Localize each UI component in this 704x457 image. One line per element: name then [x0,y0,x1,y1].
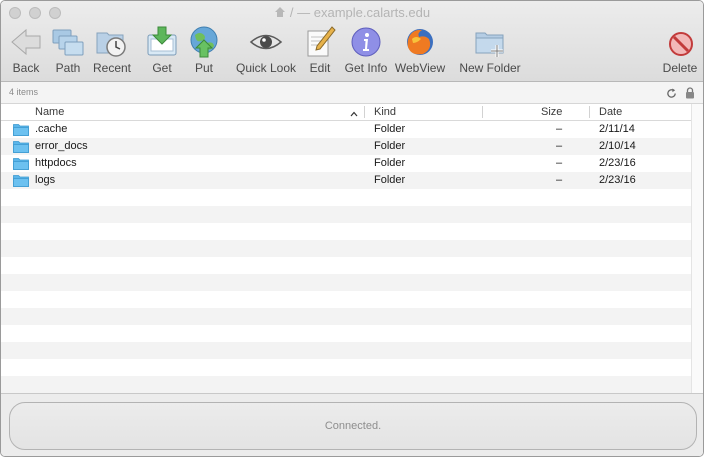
table-row[interactable]: error_docs Folder – 2/10/14 [1,138,691,155]
clock-folder-icon [96,32,126,57]
column-divider[interactable] [364,106,365,118]
left-arrow-icon [11,28,41,56]
column-header-date[interactable]: Date [599,106,622,118]
file-size: – [556,174,563,186]
folder-icon [13,140,29,156]
delete-circle-icon [669,32,693,56]
title-bar: / — example.calarts.edu Back Path Recent… [1,1,703,82]
file-date: 2/10/14 [599,140,636,152]
file-size: – [556,123,563,135]
put-label: Put [194,61,213,75]
connection-status-box: Connected. [9,402,697,450]
table-row[interactable]: httpdocs Folder – 2/23/16 [1,155,691,172]
file-date: 2/11/14 [599,123,635,135]
put-button[interactable]: Put [187,25,221,77]
window-title: / — example.calarts.edu [289,5,431,20]
empty-row [1,342,691,359]
new-folder-label: New Folder [459,61,521,75]
get-info-button[interactable]: Get Info [343,25,389,77]
window-title-area: / — example.calarts.edu [1,4,703,23]
edit-button[interactable]: Edit [303,25,337,77]
delete-label: Delete [662,61,698,75]
column-divider[interactable] [589,106,590,118]
file-name: .cache [35,123,68,135]
path-button[interactable]: Path [51,25,85,77]
file-table: Name Kind Size Date .cache Folder – 2/11… [1,104,691,394]
empty-row [1,189,691,206]
recent-label: Recent [92,61,132,75]
empty-row [1,240,691,257]
column-divider[interactable] [482,106,483,118]
folder-icon [13,157,29,173]
empty-row [1,291,691,308]
webview-button[interactable]: WebView [395,25,445,77]
file-kind: Folder [374,140,406,152]
folder-icon [13,123,29,139]
file-kind: Folder [374,174,406,186]
table-row[interactable]: logs Folder – 2/23/16 [1,172,691,189]
file-name: logs [35,174,56,186]
new-folder-icon [475,32,504,57]
refresh-icon[interactable] [666,86,677,104]
webview-label: WebView [394,61,446,75]
empty-row [1,308,691,325]
item-count: 4 items [9,87,39,97]
folder-icon [13,174,29,190]
quick-look-label: Quick Look [235,61,297,75]
back-label: Back [12,61,40,75]
empty-row [1,274,691,291]
app-window: / — example.calarts.edu Back Path Recent… [0,0,704,457]
empty-row [1,325,691,342]
path-label: Path [55,61,81,75]
info-icon [351,27,381,57]
table-body: .cache Folder – 2/11/14 error_docs Folde… [1,121,691,394]
file-kind: Folder [374,157,406,169]
empty-row [1,359,691,376]
file-date: 2/23/16 [599,174,636,186]
table-header: Name Kind Size Date [1,104,691,121]
empty-row [1,206,691,223]
folder-stack-icon [52,29,84,56]
column-header-name[interactable]: Name [35,106,64,118]
back-button[interactable]: Back [7,25,45,77]
new-folder-button[interactable]: New Folder [459,25,521,77]
get-label: Get [152,61,172,75]
home-icon [274,5,286,23]
info-bar: 4 items [1,82,703,104]
quick-look-button[interactable]: Quick Look [235,25,297,77]
connection-status-text: Connected. [324,420,382,432]
pencil-paper-icon [307,26,336,57]
file-name: httpdocs [35,157,77,169]
file-size: – [556,157,563,169]
column-header-size[interactable]: Size [541,106,562,118]
file-date: 2/23/16 [599,157,636,169]
delete-button[interactable]: Delete [662,25,698,77]
file-kind: Folder [374,123,406,135]
file-name: error_docs [35,140,88,152]
vertical-scrollbar[interactable] [691,104,703,394]
firefox-globe-icon [407,29,433,55]
edit-label: Edit [309,61,331,75]
empty-row [1,257,691,274]
download-tray-icon [147,26,177,56]
empty-row [1,223,691,240]
file-size: – [556,140,563,152]
sort-ascending-icon [350,108,358,120]
recent-button[interactable]: Recent [93,25,131,77]
table-row[interactable]: .cache Folder – 2/11/14 [1,121,691,138]
upload-globe-icon [190,26,218,58]
eye-icon [249,34,283,50]
empty-row [1,376,691,393]
column-header-kind[interactable]: Kind [374,106,396,118]
get-button[interactable]: Get [145,25,179,77]
toolbar: Back Path Recent Get Put Quick Look Edit… [1,25,703,79]
lock-icon [685,86,695,104]
get-info-label: Get Info [344,61,388,75]
